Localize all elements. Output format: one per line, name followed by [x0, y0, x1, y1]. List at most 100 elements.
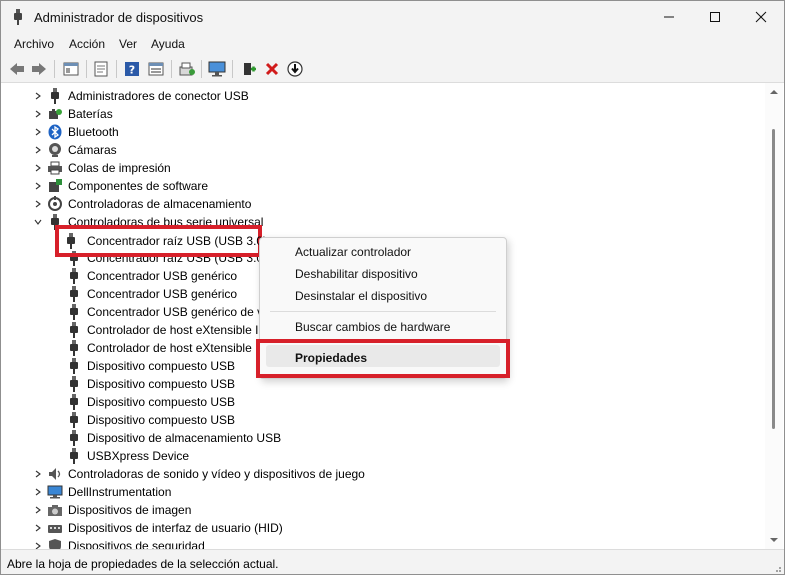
menu-item-desinstalar-dispositivo[interactable]: Desinstalar el dispositivo: [295, 289, 427, 303]
svg-text:?: ?: [129, 64, 135, 77]
tree-row-label: Dispositivo compuesto USB: [87, 395, 236, 409]
status-bar: Abre la hoja de propiedades de la selecc…: [1, 549, 784, 574]
scroll-up-icon[interactable]: [769, 87, 779, 97]
chevron-right-icon: [35, 524, 41, 532]
expand-toggle[interactable]: [33, 505, 43, 515]
device-manager-icon: [11, 9, 25, 25]
tree-row-label: Concentrador USB genérico de v: [87, 305, 264, 319]
expand-toggle[interactable]: [33, 487, 43, 497]
download-driver-button[interactable]: [285, 59, 305, 79]
device-manager-window: Administrador de dispositivos Archivo Ac…: [0, 0, 785, 575]
close-button[interactable]: [738, 1, 784, 33]
chevron-right-icon: [35, 92, 41, 100]
tree-category-row[interactable]: Administradores de conector USB: [5, 87, 765, 105]
expand-toggle[interactable]: [33, 541, 43, 549]
vertical-scrollbar[interactable]: [765, 83, 783, 549]
speaker-icon: [47, 466, 63, 482]
view-icon: [148, 62, 164, 76]
tree-row-label: Dispositivo compuesto USB: [87, 413, 236, 427]
tree-device-row[interactable]: Dispositivo compuesto USB: [5, 393, 765, 411]
tree-device-row[interactable]: USBXpress Device: [5, 447, 765, 465]
tree-device-row[interactable]: Dispositivo compuesto USB: [5, 411, 765, 429]
tree-category-row[interactable]: DellInstrumentation: [5, 483, 765, 501]
status-text: Abre la hoja de propiedades de la selecc…: [7, 557, 279, 571]
menu-accion[interactable]: Acción: [69, 37, 105, 51]
usb-plug-icon: [66, 394, 82, 410]
tree-category-row[interactable]: Dispositivos de interfaz de usuario (HID…: [5, 519, 765, 537]
resize-grip-icon[interactable]: [772, 563, 782, 573]
add-driver-button[interactable]: [239, 59, 259, 79]
scroll-down-icon[interactable]: [769, 535, 779, 545]
tree-category-row[interactable]: Dispositivos de imagen: [5, 501, 765, 519]
back-arrow-icon: [10, 63, 24, 75]
tree-row-label: Dispositivo compuesto USB: [87, 359, 236, 373]
tree-category-row[interactable]: Controladoras de almacenamiento: [5, 195, 765, 213]
tree-category-row[interactable]: Baterías: [5, 105, 765, 123]
usb-plug-icon: [47, 88, 63, 104]
maximize-button[interactable]: [692, 1, 738, 33]
tree-row-label: DellInstrumentation: [68, 485, 172, 499]
tree-category-row[interactable]: Colas de impresión: [5, 159, 765, 177]
tree-category-row[interactable]: Dispositivos de seguridad: [5, 537, 765, 549]
back-button[interactable]: [7, 59, 27, 79]
usb-plug-icon: [63, 233, 79, 249]
expand-toggle[interactable]: [33, 109, 43, 119]
chevron-right-icon: [35, 542, 41, 549]
context-menu-separator: [270, 311, 496, 312]
expand-toggle[interactable]: [33, 181, 43, 191]
tree-row-label: Dispositivos de imagen: [68, 503, 192, 517]
menu-ayuda[interactable]: Ayuda: [151, 37, 185, 51]
chevron-right-icon: [35, 164, 41, 172]
storage-controller-icon: [47, 196, 63, 212]
properties-sheet-icon: [94, 61, 108, 77]
properties-button[interactable]: [91, 59, 111, 79]
monitor-button[interactable]: [207, 59, 227, 79]
usb-plug-icon: [66, 304, 82, 320]
chevron-right-icon: [35, 128, 41, 136]
tree-row-label: Dispositivos de interfaz de usuario (HID…: [68, 521, 283, 535]
expand-toggle[interactable]: [33, 91, 43, 101]
tree-category-row[interactable]: Componentes de software: [5, 177, 765, 195]
expand-toggle[interactable]: [33, 469, 43, 479]
help-button[interactable]: ?: [122, 59, 142, 79]
show-hide-tree-button[interactable]: [61, 59, 81, 79]
chevron-right-icon: [35, 182, 41, 190]
camera-icon: [47, 142, 63, 158]
menu-bar: Archivo Acción Ver Ayuda: [1, 33, 784, 55]
minimize-button[interactable]: [646, 1, 692, 33]
tree-category-row[interactable]: Controladoras de sonido y vídeo y dispos…: [5, 465, 765, 483]
menu-archivo[interactable]: Archivo: [14, 37, 54, 51]
tree-row-label: Controladoras de sonido y vídeo y dispos…: [68, 467, 365, 481]
scrollbar-thumb[interactable]: [772, 129, 775, 429]
usb-plug-icon: [66, 430, 82, 446]
menu-item-buscar-cambios[interactable]: Buscar cambios de hardware: [295, 320, 450, 334]
scan-hardware-icon: [179, 62, 195, 76]
tree-row-label: Dispositivo compuesto USB: [87, 377, 236, 391]
software-component-icon: [47, 178, 63, 194]
expand-toggle[interactable]: [33, 127, 43, 137]
tree-category-row[interactable]: Bluetooth: [5, 123, 765, 141]
tree-row-label: Cámaras: [68, 143, 117, 157]
expand-toggle[interactable]: [33, 199, 43, 209]
printer-icon: [47, 160, 63, 176]
forward-button[interactable]: [29, 59, 49, 79]
scan-hardware-button[interactable]: [177, 59, 197, 79]
collapse-toggle[interactable]: [33, 217, 43, 227]
expand-toggle[interactable]: [33, 163, 43, 173]
tree-row-label: Controlador de host eXtensible I: [87, 341, 259, 355]
tree-device-row[interactable]: Dispositivo de almacenamiento USB: [5, 429, 765, 447]
monitor-icon: [47, 484, 63, 500]
maximize-icon: [710, 12, 720, 22]
uninstall-button[interactable]: [262, 59, 282, 79]
usb-plug-icon: [66, 340, 82, 356]
expand-toggle[interactable]: [33, 145, 43, 155]
chevron-right-icon: [35, 488, 41, 496]
menu-ver[interactable]: Ver: [119, 37, 137, 51]
usb-plug-icon: [66, 376, 82, 392]
menu-item-deshabilitar-dispositivo[interactable]: Deshabilitar dispositivo: [295, 267, 418, 281]
menu-item-actualizar-controlador[interactable]: Actualizar controlador: [295, 245, 411, 259]
tree-category-row[interactable]: Cámaras: [5, 141, 765, 159]
expand-toggle[interactable]: [33, 523, 43, 533]
view-button[interactable]: [146, 59, 166, 79]
selected-tree-row[interactable]: Concentrador raíz USB (USB 3.0): [63, 232, 267, 250]
